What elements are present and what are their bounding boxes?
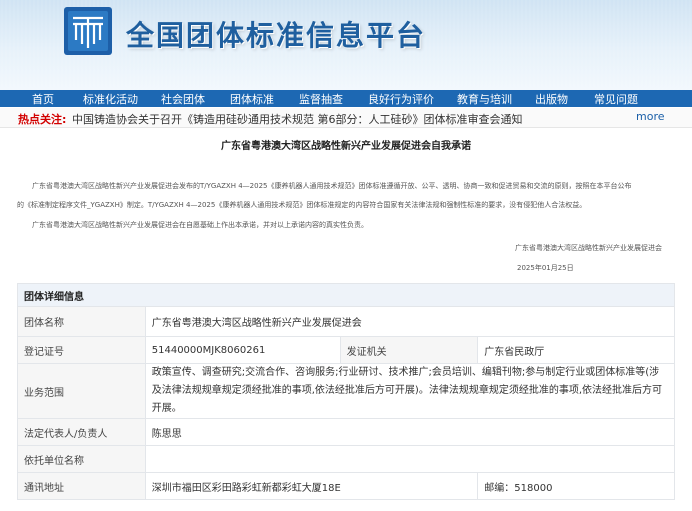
nav-item-social-groups[interactable]: 社会团体 <box>161 91 205 107</box>
business-scope-label: 业务范围 <box>17 363 146 419</box>
table-row: 登记证号 51440000MJK8060261 发证机关 广东省民政厅 <box>17 336 675 364</box>
table-row: 业务范围 政策宣传、调查研究;交流合作、咨询服务;行业研讨、技术推广;会员培训、… <box>17 363 676 419</box>
mailing-address-value: 深圳市福田区彩田路彩虹新都彩虹大厦18E <box>144 472 479 500</box>
registration-number-value: 51440000MJK8060261 <box>144 336 341 364</box>
nav-item-faq[interactable]: 常见问题 <box>594 91 638 107</box>
nav-item-home[interactable]: 首页 <box>32 91 54 107</box>
business-scope-value: 政策宣传、调查研究;交流合作、咨询服务;行业研讨、技术推广;会员培训、编辑刊物;… <box>144 363 676 419</box>
commitment-paragraph: 广东省粤港澳大湾区战略性新兴产业发展促进会发布的T/YGAZXH 4—2025《… <box>32 182 632 190</box>
book-globe-logo-icon[interactable] <box>63 6 113 56</box>
commitment-title: 广东省粤港澳大湾区战略性新兴产业发展促进会自我承诺 <box>221 141 471 152</box>
hot-topics-bar: 热点关注: 中国铸造协会关于召开《铸造用硅砂通用技术规范 第6部分：人工硅砂》团… <box>0 108 692 128</box>
signature-org: 广东省粤港澳大湾区战略性新兴产业发展促进会 <box>515 244 662 252</box>
nav-item-education-training[interactable]: 教育与培训 <box>457 91 512 107</box>
group-name-value: 广东省粤港澳大湾区战略性新兴产业发展促进会 <box>144 306 676 337</box>
issuing-authority-value: 广东省民政厅 <box>477 336 675 364</box>
nav-item-supervision-checks[interactable]: 监督抽查 <box>299 91 343 107</box>
table-row: 通讯地址 深圳市福田区彩田路彩虹新都彩虹大厦18E 邮编：518000 <box>17 472 675 500</box>
nav-item-group-standards[interactable]: 团体标准 <box>230 91 274 107</box>
table-row: 法定代表人/负责人 陈思思 <box>17 418 676 446</box>
group-name-label: 团体名称 <box>17 306 146 337</box>
supporting-unit-value <box>144 445 676 473</box>
nav-item-standardization-activities[interactable]: 标准化活动 <box>83 91 138 107</box>
site-header: 全国团体标准信息平台 <box>0 0 692 90</box>
details-section-title: 团体详细信息 <box>17 283 675 307</box>
signature-date: 2025年01月25日 <box>517 264 574 272</box>
main-nav: 首页 标准化活动 社会团体 团体标准 监督抽查 良好行为评价 教育与培训 出版物… <box>0 90 692 107</box>
commitment-paragraph: 广东省粤港澳大湾区战略性新兴产业发展促进会在自愿基础上作出本承诺，并对以上承诺内… <box>32 221 368 229</box>
hot-topics-more-link[interactable]: more <box>636 110 665 123</box>
legal-representative-label: 法定代表人/负责人 <box>17 418 146 446</box>
nav-item-publications[interactable]: 出版物 <box>535 91 568 107</box>
supporting-unit-label: 依托单位名称 <box>17 445 146 473</box>
commitment-paragraph: 的《标准制定程序文件_YGAZXH》制定。T/YGAZXH 4—2025《康养机… <box>17 201 587 209</box>
table-header-row: 团体详细信息 <box>17 283 675 307</box>
hot-topics-label: 热点关注: <box>18 113 67 126</box>
registration-number-label: 登记证号 <box>17 336 146 364</box>
mailing-address-label: 通讯地址 <box>17 472 146 500</box>
legal-representative-value: 陈思思 <box>144 418 676 446</box>
table-row: 依托单位名称 <box>17 445 676 473</box>
postal-code-value: 邮编：518000 <box>477 472 675 500</box>
table-row: 团体名称 广东省粤港澳大湾区战略性新兴产业发展促进会 <box>17 306 676 337</box>
issuing-authority-label: 发证机关 <box>339 336 479 364</box>
site-title: 全国团体标准信息平台 <box>126 19 427 52</box>
group-details-table: 团体详细信息 团体名称 广东省粤港澳大湾区战略性新兴产业发展促进会 登记证号 5… <box>17 283 676 500</box>
hot-topics-link[interactable]: 中国铸造协会关于召开《铸造用硅砂通用技术规范 第6部分：人工硅砂》团体标准审查会… <box>72 111 523 127</box>
nav-item-good-behavior-evaluation[interactable]: 良好行为评价 <box>368 91 434 107</box>
